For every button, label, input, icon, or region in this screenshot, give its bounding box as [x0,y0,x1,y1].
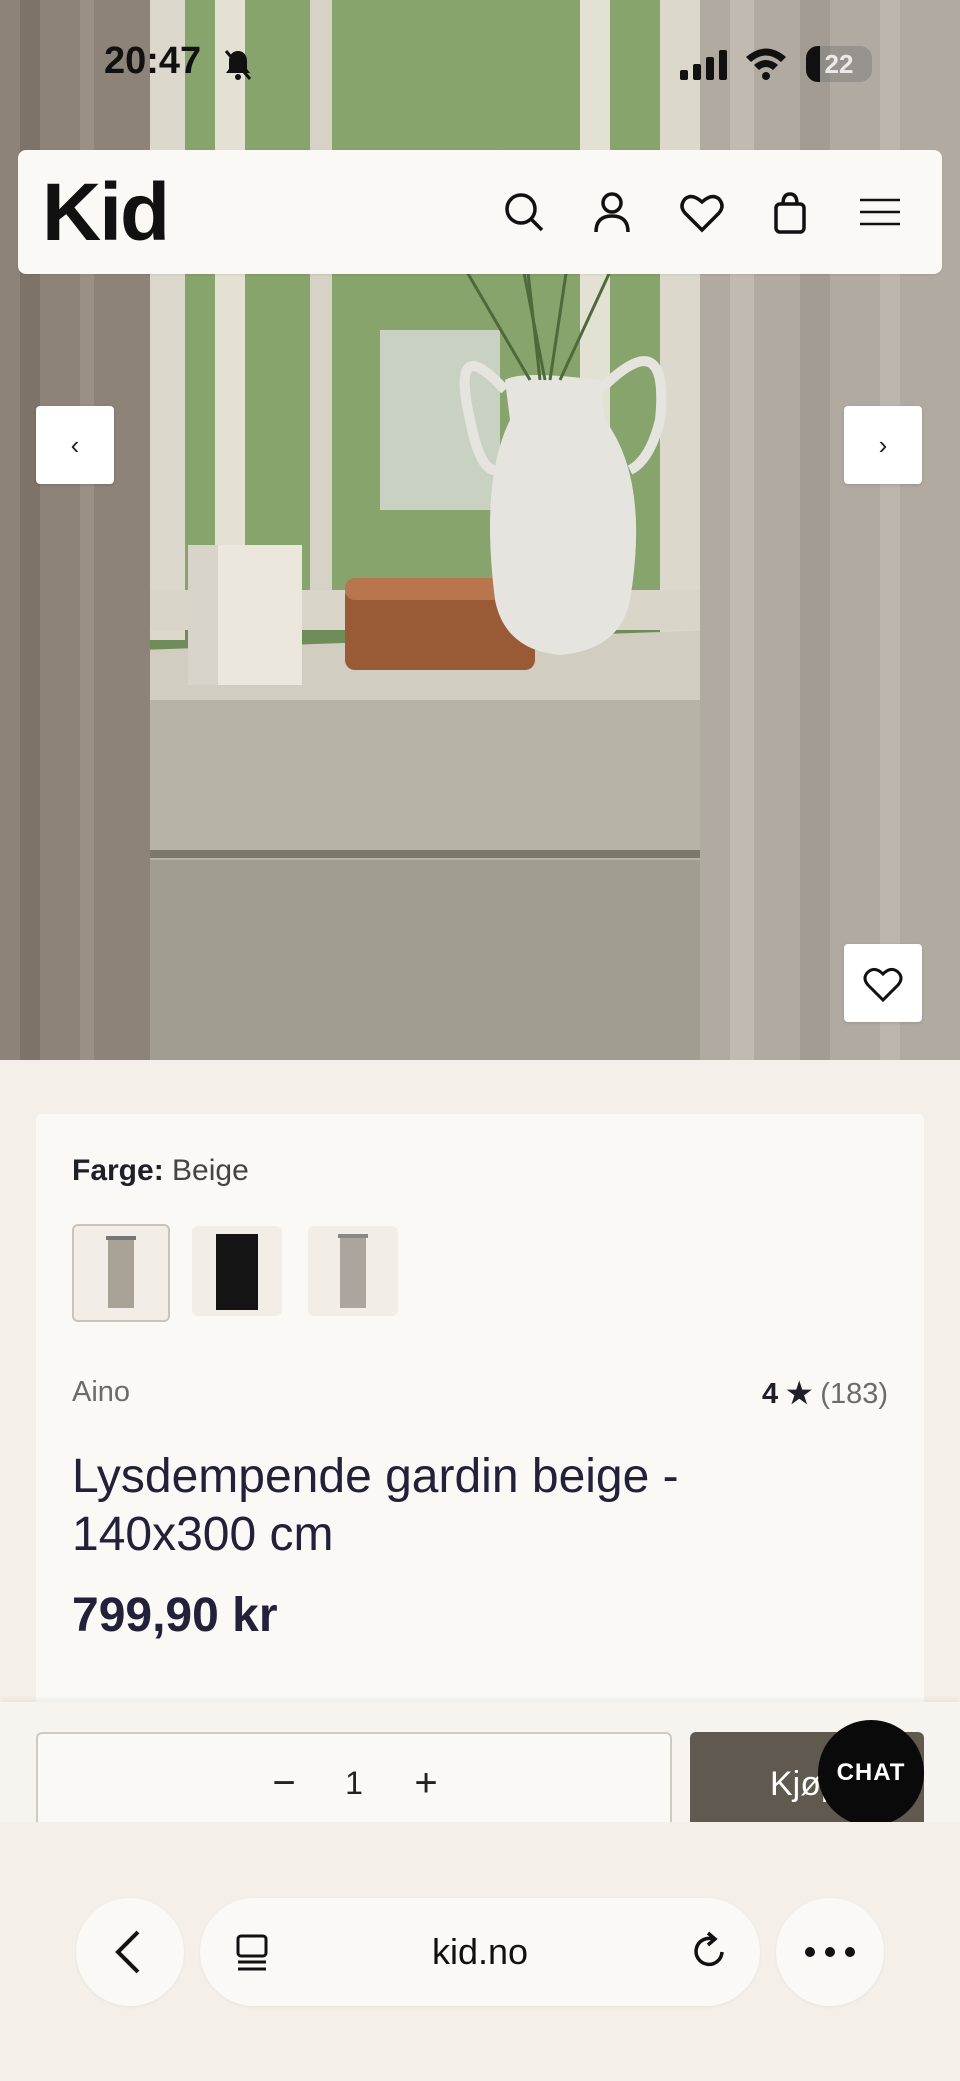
account-icon[interactable] [586,186,638,238]
quantity-value[interactable]: 1 [334,1760,374,1806]
heart-icon [863,967,903,1003]
cart-bag-icon[interactable] [764,186,816,238]
chevron-left-icon [115,1930,140,1974]
signal-icon [680,50,727,80]
product-info-card: Farge: Beige Aino 4 ★ (183) Lysdempende … [36,1114,924,1714]
slider-prev-button[interactable]: ‹ [36,406,114,484]
reload-icon[interactable] [686,1928,732,1974]
url-text: kid.no [431,1931,529,1972]
rating-value: 4 [762,1378,779,1410]
color-value: Beige [172,1154,249,1187]
battery-level: 22 [824,49,854,79]
color-selector-label: Farge: Beige [72,1154,249,1188]
wifi-icon [746,48,786,80]
more-dots-icon [805,1947,855,1957]
wishlist-heart-icon[interactable] [676,186,728,238]
chat-button[interactable]: CHAT [818,1720,924,1826]
search-icon[interactable] [498,186,550,238]
product-brand[interactable]: Aino [72,1376,130,1409]
status-bar: 20:47 22 [0,0,960,130]
color-swatch-black[interactable] [192,1226,282,1316]
rating-count: (183) [820,1378,888,1410]
quantity-stepper: − 1 + [36,1732,672,1836]
color-label: Farge: [72,1154,164,1187]
product-price: 799,90 kr [72,1589,278,1642]
add-to-wishlist-button[interactable] [844,944,922,1022]
purchase-bar: − 1 + Kjøp [0,1702,960,1836]
browser-back-button[interactable] [76,1898,184,2006]
chevron-left-icon: ‹ [70,429,80,460]
star-icon: ★ [786,1378,813,1410]
chevron-right-icon: › [878,429,888,460]
color-swatch-grey[interactable] [308,1226,398,1316]
battery-icon: 22 [806,46,872,82]
site-header: Kid [18,150,942,274]
menu-icon[interactable] [854,186,906,238]
status-time: 20:47 [104,40,202,82]
color-swatch-beige[interactable] [72,1224,170,1322]
site-logo[interactable]: Kid [42,168,170,258]
slider-next-button[interactable]: › [844,406,922,484]
mute-bell-icon [224,50,252,80]
product-rating[interactable]: 4 ★ (183) [762,1376,888,1411]
product-title: Lysdempende gardin beige - 140x300 cm [72,1450,679,1561]
increase-quantity-button[interactable]: + [406,1760,446,1806]
browser-toolbar: kid.no [0,1822,960,2081]
address-bar[interactable]: kid.no [200,1898,760,2006]
browser-more-button[interactable] [776,1898,884,2006]
decrease-quantity-button[interactable]: − [264,1760,304,1806]
